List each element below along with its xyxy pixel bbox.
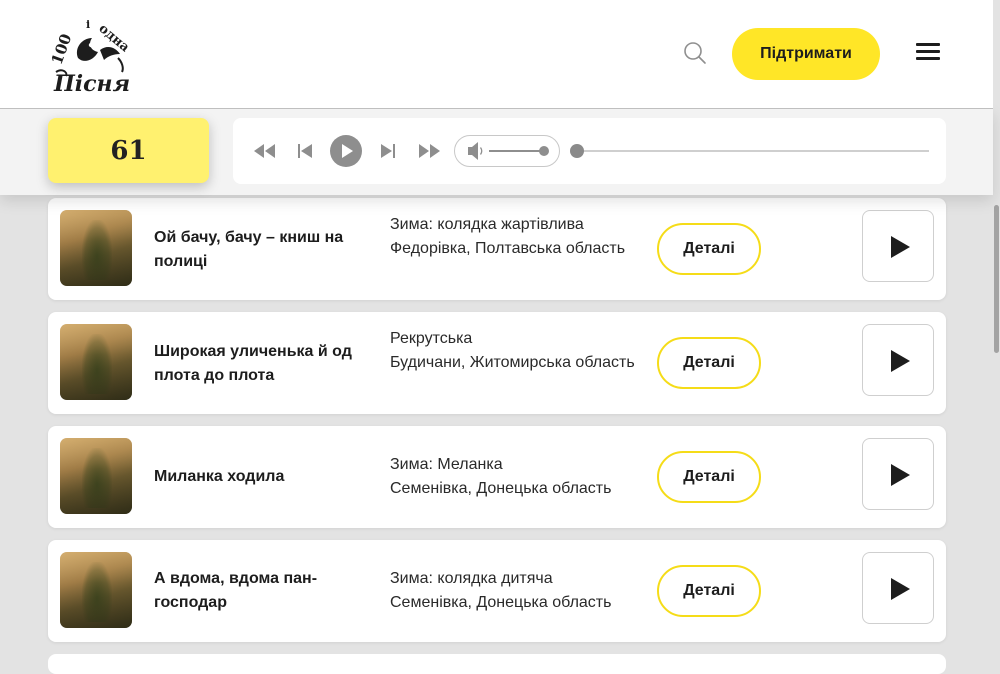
svg-text:Пісня: Пісня xyxy=(53,71,130,94)
volume-control[interactable] xyxy=(454,135,560,167)
song-card: Широкая уличенька й од плота до плота Ре… xyxy=(48,312,946,414)
progress-track[interactable] xyxy=(578,150,929,152)
song-play-button[interactable] xyxy=(862,438,934,510)
song-thumbnail xyxy=(60,552,132,628)
song-card xyxy=(48,654,946,674)
previous-track-icon[interactable] xyxy=(297,142,313,165)
song-meta: Зима: колядка дитяча Семенівка, Донецька… xyxy=(390,567,635,615)
song-genre: Зима: колядка дитяча xyxy=(390,570,553,587)
page-scrollbar[interactable] xyxy=(993,195,1000,660)
play-icon xyxy=(342,144,353,158)
song-thumbnail xyxy=(60,438,132,514)
song-thumbnail xyxy=(60,324,132,400)
svg-text:і: і xyxy=(86,18,90,31)
song-play-button[interactable] xyxy=(862,552,934,624)
play-icon xyxy=(891,578,910,600)
song-thumbnail xyxy=(60,210,132,286)
song-card: Миланка ходила Зима: Меланка Семенівка, … xyxy=(48,426,946,528)
support-button[interactable]: Підтримати xyxy=(732,28,880,80)
play-icon xyxy=(891,464,910,486)
next-track-icon[interactable] xyxy=(380,142,396,165)
song-title[interactable]: Миланка ходила xyxy=(154,465,369,489)
volume-icon xyxy=(468,142,483,160)
song-play-button[interactable] xyxy=(862,324,934,396)
details-button[interactable]: Деталі xyxy=(657,223,761,275)
progress-knob[interactable] xyxy=(570,144,584,158)
play-pause-button[interactable] xyxy=(330,135,362,167)
song-card: Ой бачу, бачу – книш на полиці Зима: кол… xyxy=(48,198,946,300)
details-button[interactable]: Деталі xyxy=(657,565,761,617)
site-logo[interactable]: 100 і одна Пісня xyxy=(48,14,133,97)
details-button[interactable]: Деталі xyxy=(657,337,761,389)
song-counter: 61 xyxy=(48,118,209,183)
hamburger-menu-icon[interactable] xyxy=(914,41,942,63)
song-meta: Рекрутська Будичани, Житомирська область xyxy=(390,327,635,375)
song-card: А вдома, вдома пан-господар Зима: колядк… xyxy=(48,540,946,642)
search-icon[interactable] xyxy=(682,40,708,66)
song-genre: Зима: Меланка xyxy=(390,456,503,473)
song-meta: Зима: колядка жартівлива Федорівка, Полт… xyxy=(390,213,635,261)
rewind-icon[interactable] xyxy=(253,142,277,165)
player-band: 61 xyxy=(0,109,993,195)
song-location: Будичани, Житомирська область xyxy=(390,354,635,371)
audio-player xyxy=(233,118,946,184)
fast-forward-icon[interactable] xyxy=(417,142,441,165)
song-title[interactable]: А вдома, вдома пан-господар xyxy=(154,567,369,615)
play-icon xyxy=(891,350,910,372)
song-title[interactable]: Ой бачу, бачу – книш на полиці xyxy=(154,226,369,274)
song-location: Семенівка, Донецька область xyxy=(390,594,612,611)
play-icon xyxy=(891,236,910,258)
song-genre: Рекрутська xyxy=(390,330,473,347)
song-location: Федорівка, Полтавська область xyxy=(390,240,626,257)
song-location: Семенівка, Донецька область xyxy=(390,480,612,497)
song-genre: Зима: колядка жартівлива xyxy=(390,216,584,233)
svg-text:100: 100 xyxy=(48,31,75,67)
site-header: 100 і одна Пісня Підтримати xyxy=(0,0,993,109)
volume-knob[interactable] xyxy=(539,146,549,156)
details-button[interactable]: Деталі xyxy=(657,451,761,503)
song-play-button[interactable] xyxy=(862,210,934,282)
scrollbar-thumb[interactable] xyxy=(994,205,999,353)
song-title[interactable]: Широкая уличенька й од плота до плота xyxy=(154,340,369,388)
song-meta: Зима: Меланка Семенівка, Донецька област… xyxy=(390,453,635,501)
